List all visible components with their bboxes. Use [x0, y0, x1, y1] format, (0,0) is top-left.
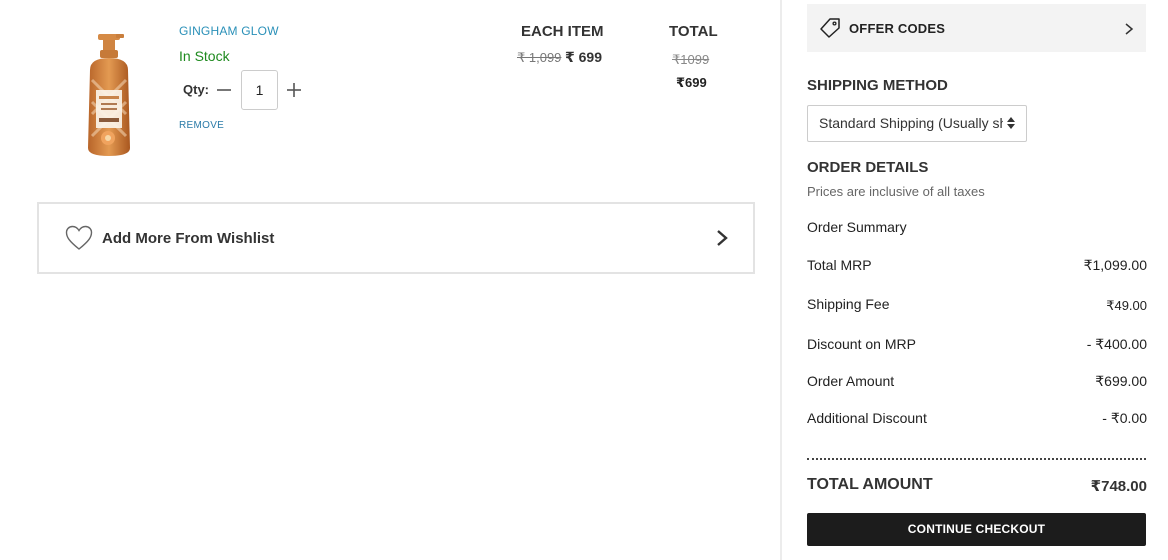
qty-increment-button[interactable] [284, 80, 304, 100]
total-amount-label: TOTAL AMOUNT [807, 476, 933, 493]
wishlist-label: Add More From Wishlist [102, 229, 275, 247]
dotted-divider [807, 458, 1146, 460]
qty-label: Qty: [183, 82, 209, 97]
each-price-original: ₹ 1,099 [517, 50, 562, 65]
summary-row-value: ₹49.00 [1106, 298, 1147, 313]
summary-row-value: - ₹0.00 [1102, 410, 1147, 426]
summary-row-label: Discount on MRP [807, 336, 916, 352]
foaming-soap-bottle-icon [88, 34, 130, 156]
offer-codes-button[interactable]: OFFER CODES [807, 4, 1146, 52]
offer-codes-label: OFFER CODES [849, 20, 946, 36]
heart-icon [65, 225, 93, 250]
order-summary-heading: Order Summary [807, 219, 907, 235]
summary-row-value: ₹1,099.00 [1083, 257, 1147, 273]
total-header: TOTAL [669, 23, 718, 40]
summary-row-value: - ₹400.00 [1086, 336, 1147, 352]
stock-status: In Stock [179, 48, 230, 64]
column-divider [780, 0, 782, 560]
add-from-wishlist-button[interactable]: Add More From Wishlist [37, 202, 755, 274]
shipping-method-value: Standard Shipping (Usually shi [819, 115, 1003, 131]
summary-row-value: ₹699.00 [1095, 373, 1147, 389]
chevron-right-icon [717, 230, 728, 246]
order-details-title: ORDER DETAILS [807, 159, 929, 176]
continue-checkout-button[interactable]: CONTINUE CHECKOUT [807, 513, 1146, 546]
product-name-link[interactable]: GINGHAM GLOW [179, 24, 279, 38]
order-details-subtitle: Prices are inclusive of all taxes [807, 184, 985, 199]
total-price-sale: ₹699 [676, 75, 707, 90]
summary-row-label: Shipping Fee [807, 296, 890, 312]
summary-row-label: Total MRP [807, 257, 872, 273]
shipping-method-select[interactable]: Standard Shipping (Usually shi [807, 105, 1027, 142]
select-arrows-icon [1007, 117, 1015, 129]
summary-row-label: Order Amount [807, 373, 895, 389]
qty-input[interactable]: 1 [241, 70, 278, 110]
each-item-header: EACH ITEM [521, 23, 604, 40]
chevron-right-icon [1125, 23, 1134, 35]
minus-icon [217, 89, 231, 91]
each-price-sale: ₹ 699 [565, 49, 602, 65]
summary-row-label: Additional Discount [807, 410, 927, 426]
product-image[interactable] [76, 30, 148, 160]
plus-icon [287, 83, 301, 97]
remove-item-link[interactable]: REMOVE [179, 120, 224, 131]
shipping-method-title: SHIPPING METHOD [807, 77, 948, 94]
tag-icon [820, 18, 840, 38]
total-amount-value: ₹748.00 [1090, 478, 1147, 495]
total-price-original: ₹1099 [672, 52, 710, 67]
qty-decrement-button[interactable] [214, 80, 234, 100]
